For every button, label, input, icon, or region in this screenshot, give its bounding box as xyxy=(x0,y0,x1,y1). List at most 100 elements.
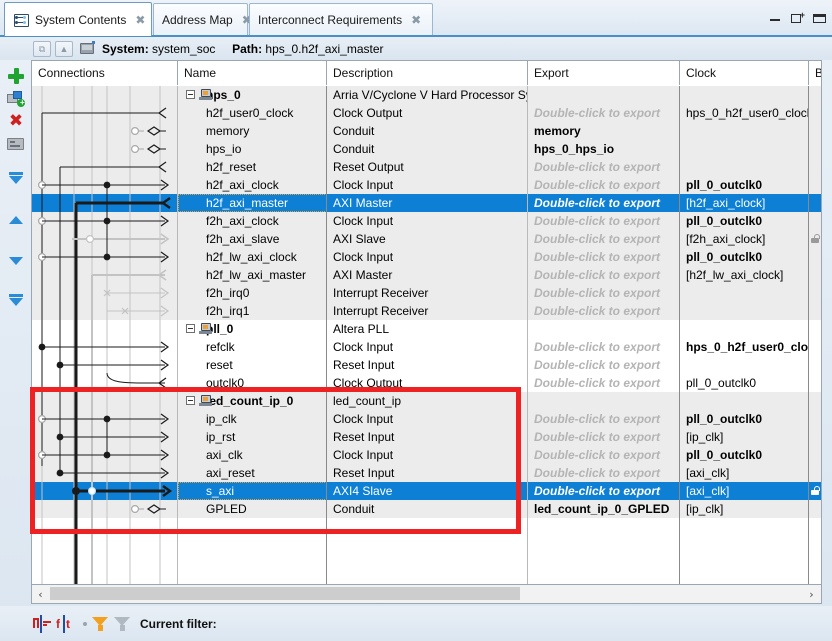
base-cell[interactable] xyxy=(809,356,821,374)
base-cell[interactable] xyxy=(809,464,821,482)
collapse-expander-icon[interactable] xyxy=(186,396,195,405)
name-cell[interactable]: axi_reset xyxy=(178,464,327,482)
clock-cell[interactable]: pll_0_outclk0 xyxy=(680,446,809,464)
navigate-up-button[interactable]: ▲ xyxy=(55,40,73,57)
base-cell[interactable] xyxy=(809,302,821,320)
scroll-right-button[interactable]: › xyxy=(803,586,820,603)
base-cell[interactable] xyxy=(809,248,821,266)
export-cell[interactable]: Double-click to export xyxy=(528,176,680,194)
move-up-button[interactable] xyxy=(7,211,25,229)
clock-cell[interactable]: [axi_clk] xyxy=(680,464,809,482)
base-cell[interactable] xyxy=(809,392,821,410)
clock-cell[interactable]: pll_0_outclk0 xyxy=(680,410,809,428)
filter-clear-icon[interactable] xyxy=(114,616,131,632)
export-cell[interactable]: Double-click to export xyxy=(528,338,680,356)
export-cell[interactable] xyxy=(528,392,680,410)
move-down-button[interactable] xyxy=(7,252,25,270)
name-cell[interactable]: h2f_lw_axi_master xyxy=(178,266,327,284)
base-cell[interactable] xyxy=(809,320,821,338)
export-cell[interactable]: Double-click to export xyxy=(528,356,680,374)
horizontal-scrollbar[interactable]: ‹ › xyxy=(31,585,822,604)
name-cell[interactable]: memory xyxy=(178,122,327,140)
tab-address-map[interactable]: Address Map ✖ xyxy=(153,3,252,35)
close-icon[interactable]: ✖ xyxy=(135,14,145,26)
name-cell[interactable]: reset xyxy=(178,356,327,374)
clock-cell[interactable] xyxy=(680,122,809,140)
clock-cell[interactable]: [f2h_axi_clock] xyxy=(680,230,809,248)
export-cell[interactable]: Double-click to export xyxy=(528,230,680,248)
clock-cell[interactable]: hps_0_h2f_user0_clo... xyxy=(680,338,809,356)
name-cell[interactable]: f2h_axi_clock xyxy=(178,212,327,230)
export-cell[interactable] xyxy=(528,86,680,104)
clock-cell[interactable] xyxy=(680,158,809,176)
restore-icon[interactable] xyxy=(813,12,826,25)
base-cell[interactable] xyxy=(809,374,821,392)
name-cell[interactable]: f2h_axi_slave xyxy=(178,230,327,248)
lock-icon[interactable] xyxy=(811,234,820,243)
clock-cell[interactable]: pll_0_outclk0 xyxy=(680,212,809,230)
column-header-description[interactable]: Description xyxy=(327,61,528,85)
base-cell[interactable] xyxy=(809,500,821,518)
duplicate-component-button[interactable]: + xyxy=(7,90,25,108)
name-cell[interactable]: h2f_axi_clock xyxy=(178,176,327,194)
base-cell[interactable] xyxy=(809,158,821,176)
name-cell[interactable]: refclk xyxy=(178,338,327,356)
column-header-connections[interactable]: Connections xyxy=(32,61,178,85)
clock-cell[interactable]: [h2f_axi_clock] xyxy=(680,194,809,212)
clock-cell[interactable]: pll_0_outclk0 xyxy=(680,248,809,266)
clock-cell[interactable] xyxy=(680,284,809,302)
lock-icon[interactable] xyxy=(811,486,820,495)
base-cell[interactable] xyxy=(809,338,821,356)
export-cell[interactable]: Double-click to export xyxy=(528,248,680,266)
export-cell[interactable]: Double-click to export xyxy=(528,302,680,320)
base-cell[interactable] xyxy=(809,212,821,230)
export-cell[interactable]: Double-click to export xyxy=(528,194,680,212)
export-cell[interactable]: Double-click to export xyxy=(528,464,680,482)
clock-cell[interactable] xyxy=(680,302,809,320)
base-cell[interactable] xyxy=(809,266,821,284)
base-cell[interactable] xyxy=(809,176,821,194)
close-icon[interactable]: ✖ xyxy=(411,14,421,26)
base-cell[interactable] xyxy=(809,194,821,212)
name-cell[interactable]: pll_0 xyxy=(178,320,327,338)
export-cell[interactable]: Double-click to export xyxy=(528,428,680,446)
show-interfaces-icon[interactable]: ft xyxy=(55,614,75,633)
clock-cell[interactable]: [ip_clk] xyxy=(680,500,809,518)
name-cell[interactable]: f2h_irq0 xyxy=(178,284,327,302)
name-cell[interactable]: hps_io xyxy=(178,140,327,158)
show-signals-icon[interactable] xyxy=(32,614,52,633)
base-cell[interactable] xyxy=(809,140,821,158)
tab-interconnect-requirements[interactable]: Interconnect Requirements ✖ xyxy=(249,3,433,35)
clock-cell[interactable]: pll_0_outclk0 xyxy=(680,374,809,392)
base-cell[interactable] xyxy=(809,428,821,446)
move-to-top-button[interactable] xyxy=(7,170,25,188)
name-cell[interactable]: ip_rst xyxy=(178,428,327,446)
column-header-base[interactable]: Ba xyxy=(809,61,821,85)
base-cell[interactable] xyxy=(809,122,821,140)
move-to-bottom-button[interactable] xyxy=(7,293,25,311)
scrollbar-thumb[interactable] xyxy=(50,587,520,600)
export-cell[interactable]: Double-click to export xyxy=(528,374,680,392)
base-cell[interactable] xyxy=(809,104,821,122)
export-cell[interactable]: Double-click to export xyxy=(528,212,680,230)
remove-component-button[interactable]: ✖ xyxy=(7,112,25,130)
export-cell[interactable]: Double-click to export xyxy=(528,482,680,500)
export-cell[interactable]: Double-click to export xyxy=(528,446,680,464)
name-cell[interactable]: h2f_lw_axi_clock xyxy=(178,248,327,266)
export-cell[interactable]: Double-click to export xyxy=(528,284,680,302)
clock-cell[interactable] xyxy=(680,356,809,374)
base-cell[interactable] xyxy=(809,410,821,428)
base-cell[interactable] xyxy=(809,446,821,464)
filter-active-icon[interactable] xyxy=(92,616,109,632)
minimize-icon[interactable] xyxy=(769,12,782,25)
name-cell[interactable]: h2f_user0_clock xyxy=(178,104,327,122)
base-cell[interactable] xyxy=(809,284,821,302)
column-header-clock[interactable]: Clock xyxy=(680,61,809,85)
name-cell[interactable]: GPLED xyxy=(178,500,327,518)
connection-graph[interactable] xyxy=(32,86,178,585)
clock-cell[interactable]: [axi_clk] xyxy=(680,482,809,500)
export-cell[interactable]: Double-click to export xyxy=(528,104,680,122)
edit-component-button[interactable] xyxy=(7,135,25,153)
column-header-name[interactable]: Name xyxy=(178,61,327,85)
export-cell[interactable]: Double-click to export xyxy=(528,158,680,176)
